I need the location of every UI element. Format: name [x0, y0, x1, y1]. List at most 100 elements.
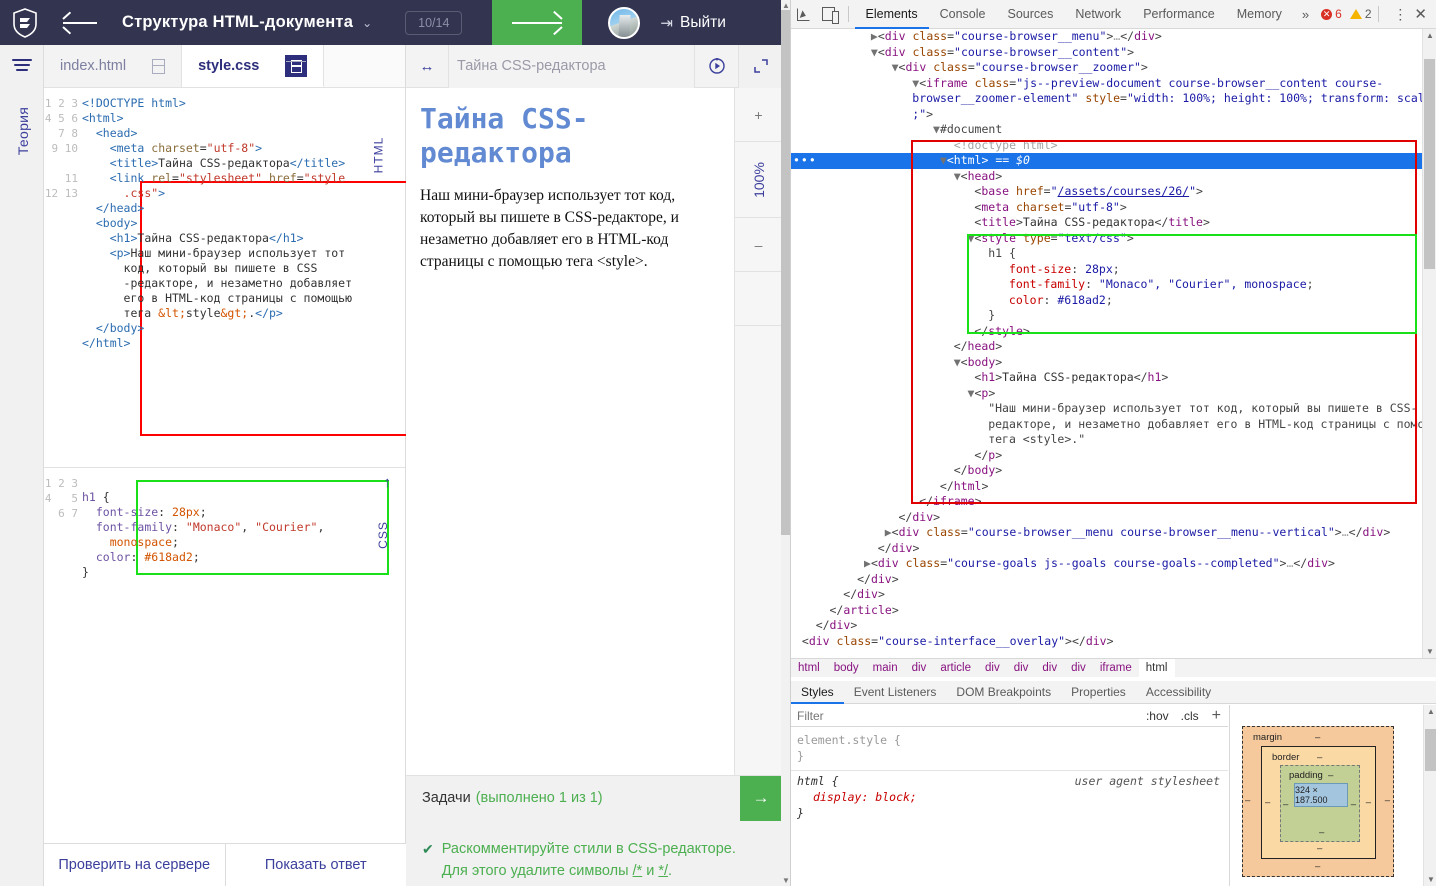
dom-node-line[interactable]: ▶<div class="course-browser__menu course…	[791, 525, 1436, 541]
dom-node-line[interactable]: ▼#document	[791, 122, 1436, 138]
dom-node-line[interactable]: ▼<div class="course-browser__content">	[791, 45, 1436, 61]
inspect-element-icon[interactable]	[791, 7, 816, 21]
expand-icon[interactable]	[738, 44, 782, 88]
kebab-menu-icon[interactable]: ⋮	[1393, 6, 1408, 23]
breadcrumb-item-div[interactable]: div	[1064, 659, 1093, 678]
tasks-next-button[interactable]: →	[740, 775, 782, 821]
rule-html[interactable]: html { user agent stylesheet display: bl…	[797, 773, 1228, 821]
tab-accessibility[interactable]: Accessibility	[1136, 681, 1221, 704]
chevron-down-icon[interactable]: ⌄	[362, 16, 372, 30]
rule-declaration[interactable]: display: block;	[797, 789, 1228, 805]
scrollbar-thumb[interactable]	[781, 10, 790, 535]
breadcrumb[interactable]: html body main div article div div div div iframe…	[791, 658, 1436, 678]
border-bottom-value[interactable]: –	[1317, 843, 1322, 854]
dom-node-line[interactable]: </div>	[791, 510, 1436, 526]
zoom-out-button[interactable]: –	[735, 218, 782, 272]
box-model-border[interactable]: border – – – – padding – – – – 324 × 187…	[1261, 746, 1376, 859]
dom-node-line[interactable]: ▼<style type="text/css">	[791, 231, 1436, 247]
scroll-down-arrow-icon[interactable]: ▼	[1427, 875, 1435, 884]
dom-node-line[interactable]: </article>	[791, 603, 1436, 619]
padding-top-value[interactable]: –	[1328, 770, 1333, 781]
box-model-padding[interactable]: padding – – – – 324 × 187.500	[1280, 765, 1360, 842]
dom-node-line[interactable]: color: #618ad2;	[791, 293, 1436, 309]
border-top-value[interactable]: –	[1317, 752, 1322, 763]
hamburger-icon[interactable]	[11, 59, 32, 71]
tab-performance[interactable]: Performance	[1132, 0, 1226, 29]
styles-rules-list[interactable]: element.style { } html { user agent styl…	[791, 728, 1228, 886]
dom-node-line[interactable]: редакторе, и незаметно добавляет его в H…	[791, 417, 1436, 433]
breadcrumb-item-div[interactable]: div	[1007, 659, 1036, 678]
tab-event-listeners[interactable]: Event Listeners	[844, 681, 947, 704]
reload-icon[interactable]	[694, 44, 738, 88]
padding-bottom-value[interactable]: –	[1319, 827, 1324, 838]
dom-node-line[interactable]: ▼<div class="course-browser__zoomer">	[791, 60, 1436, 76]
dom-node-line[interactable]: </style>	[791, 324, 1436, 340]
htmlacademy-logo[interactable]	[0, 0, 50, 45]
scroll-up-arrow-icon[interactable]: ▲	[782, 1, 790, 10]
dom-node-line[interactable]: ▼<head>	[791, 169, 1436, 185]
dom-node-line[interactable]: font-family: "Monaco", "Courier", monosp…	[791, 277, 1436, 293]
dom-scrollbar[interactable]: ▲ ▼	[1422, 29, 1436, 658]
scroll-down-arrow-icon[interactable]: ▼	[782, 876, 790, 885]
margin-bottom-value[interactable]: –	[1315, 861, 1320, 872]
dom-node-line[interactable]: }	[791, 308, 1436, 324]
device-toolbar-icon[interactable]	[816, 7, 841, 24]
padding-right-value[interactable]: –	[1351, 799, 1356, 810]
padding-left-value[interactable]: –	[1283, 799, 1288, 810]
dom-node-line[interactable]: ▼<iframe class="js--preview-document cou…	[791, 76, 1436, 92]
tab-properties[interactable]: Properties	[1061, 681, 1136, 704]
breadcrumb-item-div[interactable]: div	[978, 659, 1007, 678]
border-right-value[interactable]: –	[1366, 797, 1371, 808]
hov-toggle[interactable]: :hov	[1140, 709, 1175, 723]
scrollbar-thumb[interactable]	[1425, 729, 1436, 771]
dom-node-line[interactable]: ▼<body>	[791, 355, 1436, 371]
close-icon[interactable]: ✕	[1414, 5, 1427, 23]
dom-node-line[interactable]: ▶<div class="course-browser__menu">…</di…	[791, 29, 1436, 45]
dom-tree[interactable]: ▶<div class="course-browser__menu">…</di…	[791, 29, 1436, 658]
tab-styles[interactable]: Styles	[791, 681, 844, 704]
tab-sources[interactable]: Sources	[996, 0, 1064, 29]
dom-node-line[interactable]: <meta charset="utf-8">	[791, 200, 1436, 216]
check-on-server-button[interactable]: Проверить на сервере	[44, 844, 226, 886]
breadcrumb-item-div[interactable]: div	[905, 659, 934, 678]
dom-node-line[interactable]: </body>	[791, 463, 1436, 479]
more-tabs-icon[interactable]: »	[1293, 7, 1318, 22]
breadcrumb-item-html[interactable]: html	[1138, 658, 1175, 678]
avatar[interactable]	[608, 6, 641, 39]
dom-node-line[interactable]: </div>	[791, 572, 1436, 588]
scroll-down-arrow-icon[interactable]: ▼	[1426, 647, 1434, 656]
resize-horizontal-icon[interactable]: ↔	[406, 58, 448, 75]
dom-node-line[interactable]: </div>	[791, 587, 1436, 603]
box-model-margin[interactable]: margin – – – – border – – – – padding – …	[1242, 726, 1394, 877]
search-input[interactable]	[791, 708, 1140, 723]
dom-node-line[interactable]: </html>	[791, 479, 1436, 495]
breadcrumb-item-iframe[interactable]: iframe	[1093, 659, 1139, 678]
dom-node-line[interactable]: </div>	[791, 541, 1436, 557]
html-editor-pane[interactable]: 1 2 3 4 5 6 7 8 9 10 11 12 13 <!DOCTYPE …	[44, 88, 414, 468]
dom-node-line[interactable]: </iframe>	[791, 494, 1436, 510]
zoom-extra-cell[interactable]	[735, 272, 782, 326]
dom-node-line[interactable]: </head>	[791, 339, 1436, 355]
back-button[interactable]	[50, 21, 110, 24]
breadcrumb-item-div[interactable]: div	[1035, 659, 1064, 678]
error-count-badge[interactable]: ✕ 6	[1321, 7, 1342, 21]
border-left-value[interactable]: –	[1265, 797, 1270, 808]
logout-button[interactable]: ⇥ Выйти	[660, 14, 725, 32]
dom-node-line[interactable]: <div class="course-interface__overlay"><…	[791, 634, 1436, 650]
tab-console[interactable]: Console	[929, 0, 997, 29]
dom-node-line[interactable]: <title>Тайна CSS-редактора</title>	[791, 215, 1436, 231]
box-model-content-size[interactable]: 324 × 187.500	[1294, 783, 1348, 807]
scroll-up-arrow-icon[interactable]: ▲	[1427, 707, 1435, 716]
dom-node-line[interactable]: font-size: 28px;	[791, 262, 1436, 278]
sidebar-item-theory[interactable]: Теория	[15, 101, 31, 161]
breadcrumb-item-main[interactable]: main	[866, 659, 905, 678]
rule-element-style[interactable]: element.style { }	[797, 732, 1228, 764]
tab-elements[interactable]: Elements	[855, 0, 929, 29]
split-view-icon[interactable]	[285, 54, 308, 77]
new-style-rule-button[interactable]: +	[1205, 707, 1228, 725]
tab-network[interactable]: Network	[1064, 0, 1132, 29]
breadcrumb-item-html[interactable]: html	[791, 659, 827, 678]
dom-node-line[interactable]: </p>	[791, 448, 1436, 464]
box-model-scrollbar[interactable]: ▲ ▼	[1423, 705, 1436, 886]
margin-right-value[interactable]: –	[1385, 795, 1390, 806]
